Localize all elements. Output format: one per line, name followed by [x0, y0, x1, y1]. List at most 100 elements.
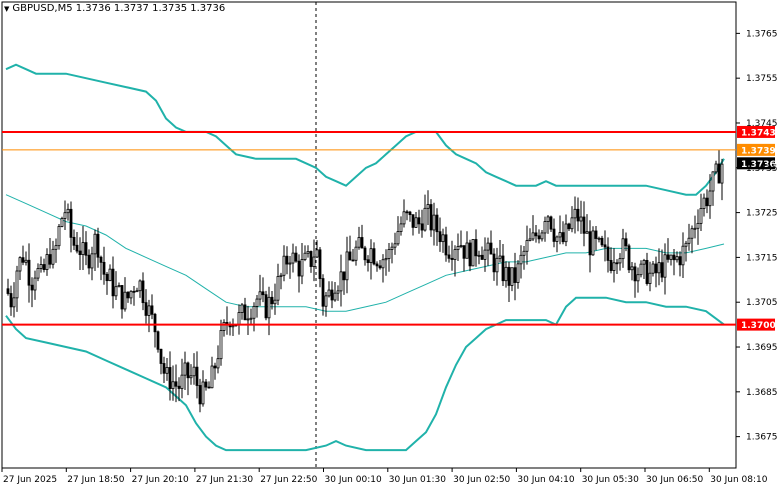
- candle-body: [24, 259, 28, 263]
- candle-body: [429, 204, 433, 231]
- candle-body: [300, 259, 304, 277]
- candle-body: [705, 197, 709, 207]
- candle-body: [213, 365, 217, 369]
- x-tick-label: 27 Jun 18:50: [67, 475, 124, 485]
- candle-body: [717, 163, 721, 184]
- candle-body: [633, 266, 637, 282]
- x-tick-label: 27 Jun 22:50: [260, 475, 317, 485]
- candle-body: [588, 231, 592, 256]
- x-tick-label: 30 Jun 02:50: [453, 475, 510, 485]
- candle-body: [207, 386, 211, 389]
- candle-body: [510, 267, 514, 286]
- candle-body: [270, 296, 274, 305]
- candle-body: [411, 214, 415, 228]
- candle-body: [240, 304, 244, 313]
- candle-body: [315, 249, 319, 258]
- candle-body: [132, 290, 136, 293]
- candle-body: [672, 254, 676, 261]
- candle-body: [621, 238, 625, 260]
- x-tick-label: 30 Jun 06:50: [646, 475, 703, 485]
- candle-body: [87, 254, 91, 269]
- x-tick-label: 27 Jun 20:10: [132, 475, 189, 485]
- candle-body: [597, 237, 601, 240]
- y-tick-label: 1.3685: [746, 388, 778, 398]
- y-tick-label: 1.3765: [746, 29, 778, 39]
- x-tick-label: 30 Jun 08:10: [710, 475, 767, 485]
- candle-body: [378, 265, 382, 269]
- candle-body: [39, 264, 43, 269]
- candle-body: [138, 280, 142, 292]
- candle-body: [402, 211, 406, 225]
- candle-body: [84, 242, 88, 256]
- candle-body: [348, 251, 352, 261]
- candle-body: [18, 257, 22, 272]
- candle-body: [144, 302, 148, 316]
- candle-body: [465, 242, 469, 259]
- candle-body: [282, 255, 286, 276]
- candle-body: [687, 237, 691, 244]
- candle-body: [105, 273, 109, 282]
- candle-body: [573, 208, 577, 219]
- candle-body: [45, 254, 49, 270]
- candle-body: [675, 256, 679, 261]
- candle-body: [579, 216, 583, 222]
- x-tick-label: 30 Jun 05:30: [582, 475, 639, 485]
- candle-body: [264, 294, 268, 319]
- candle-body: [453, 249, 457, 260]
- candle-body: [51, 248, 55, 265]
- candle-body: [249, 317, 253, 320]
- candle-body: [324, 295, 328, 307]
- candle-body: [669, 254, 673, 260]
- candle-body: [540, 232, 544, 240]
- candle-body: [609, 260, 613, 271]
- candle-body: [624, 238, 628, 247]
- candle-body: [708, 190, 712, 207]
- candle-body: [663, 254, 667, 278]
- candle-body: [651, 263, 655, 274]
- candle-body: [558, 232, 562, 238]
- candle-body: [501, 255, 505, 282]
- candle-body: [690, 228, 694, 239]
- candle-body: [399, 223, 403, 232]
- candle-body: [555, 236, 559, 242]
- candle-body: [360, 237, 364, 249]
- candle-body: [468, 242, 472, 267]
- candle-body: [576, 208, 580, 222]
- candle-body: [408, 211, 412, 216]
- candle-body: [201, 381, 205, 405]
- candle-body: [363, 247, 367, 261]
- y-tick-label: 1.3735: [746, 164, 778, 174]
- candle-body: [294, 252, 298, 262]
- candle-body: [414, 217, 418, 228]
- candle-body: [216, 358, 220, 369]
- price-chart[interactable]: 1.37431.37391.37001.3736 1.37651.37551.3…: [0, 0, 781, 489]
- candle-body: [435, 214, 439, 233]
- candle-body: [180, 374, 184, 389]
- candle-body: [285, 255, 289, 265]
- candle-body: [267, 296, 271, 319]
- candle-body: [681, 245, 685, 266]
- candle-body: [237, 312, 241, 326]
- candle-body: [666, 254, 670, 260]
- price-levels: 1.37431.37391.37001.3736: [2, 125, 776, 331]
- candle-body: [582, 216, 586, 234]
- candle-body: [195, 366, 199, 386]
- candle-body: [612, 262, 616, 271]
- candle-body: [66, 208, 70, 214]
- candle-body: [231, 325, 235, 328]
- candle-body: [561, 232, 565, 243]
- candle-body: [147, 305, 151, 316]
- candle-body: [660, 262, 664, 278]
- bollinger-lower-line: [5, 296, 725, 452]
- candle-body: [654, 263, 658, 274]
- candle-body: [246, 318, 250, 321]
- price-level-label: 1.3743: [741, 128, 776, 138]
- candle-body: [27, 259, 31, 286]
- candle-body: [312, 256, 316, 267]
- candle-body: [81, 242, 85, 256]
- candle-body: [333, 292, 337, 301]
- candle-body: [594, 230, 598, 239]
- candle-body: [123, 291, 127, 310]
- candle-body: [258, 291, 262, 300]
- candle-body: [120, 285, 124, 310]
